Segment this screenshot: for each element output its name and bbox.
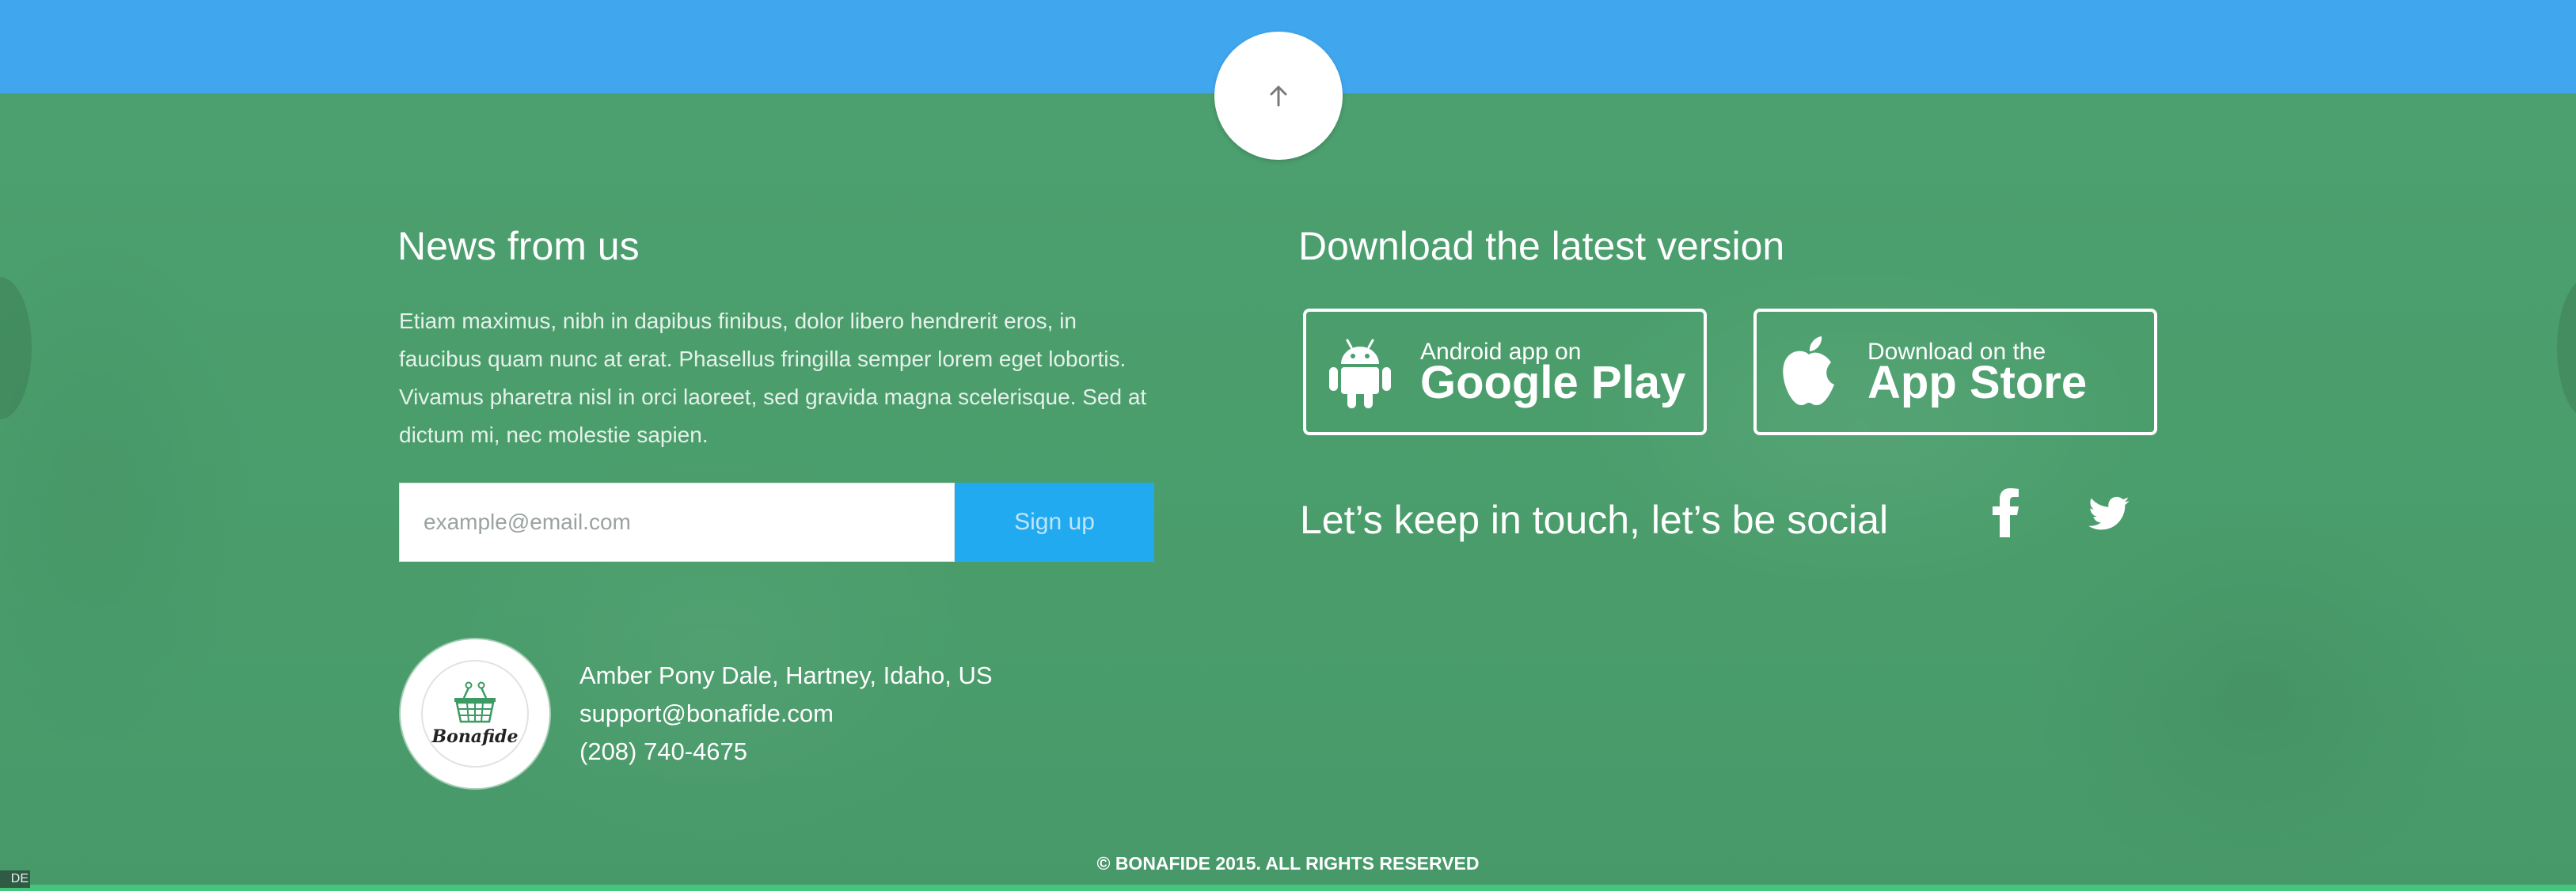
social-text: Let’s keep in touch, let’s be social xyxy=(1300,498,1889,542)
apple-icon xyxy=(1783,336,1834,405)
footer xyxy=(0,93,2576,885)
news-description: Etiam maximus, nibh in dapibus finibus, … xyxy=(399,309,1147,447)
contact-address: Amber Pony Dale, Hartney, Idaho, US xyxy=(579,662,993,689)
copyright: © BONAFIDE 2015. ALL RIGHTS RESERVED xyxy=(1096,853,1480,874)
news-title: News from us xyxy=(397,224,640,268)
android-icon xyxy=(1329,339,1391,408)
bonafide-logo: Bonafide xyxy=(401,639,549,788)
facebook-icon[interactable] xyxy=(1989,487,2021,537)
signup-button[interactable]: Sign up xyxy=(955,483,1154,562)
logo-text: Bonafide xyxy=(431,726,519,747)
scroll-to-top-button[interactable] xyxy=(1214,32,1343,160)
edge-tag: DE xyxy=(0,870,30,888)
contact-email[interactable]: support@bonafide.com xyxy=(579,700,834,728)
app-store-big-label: App Store xyxy=(1867,357,2088,408)
download-title: Download the latest version xyxy=(1298,224,1785,268)
google-play-button[interactable]: Android app on Google Play xyxy=(1303,309,1707,435)
app-store-button[interactable]: Download on the App Store xyxy=(1753,309,2157,435)
twitter-icon[interactable] xyxy=(2084,492,2133,536)
basket-icon xyxy=(454,681,496,723)
google-play-big-label: Google Play xyxy=(1420,357,1686,408)
arrow-up-icon xyxy=(1270,85,1287,107)
bottom-strip xyxy=(0,885,2576,891)
email-input[interactable] xyxy=(399,483,955,562)
contact-phone: (208) 740-4675 xyxy=(579,737,747,765)
